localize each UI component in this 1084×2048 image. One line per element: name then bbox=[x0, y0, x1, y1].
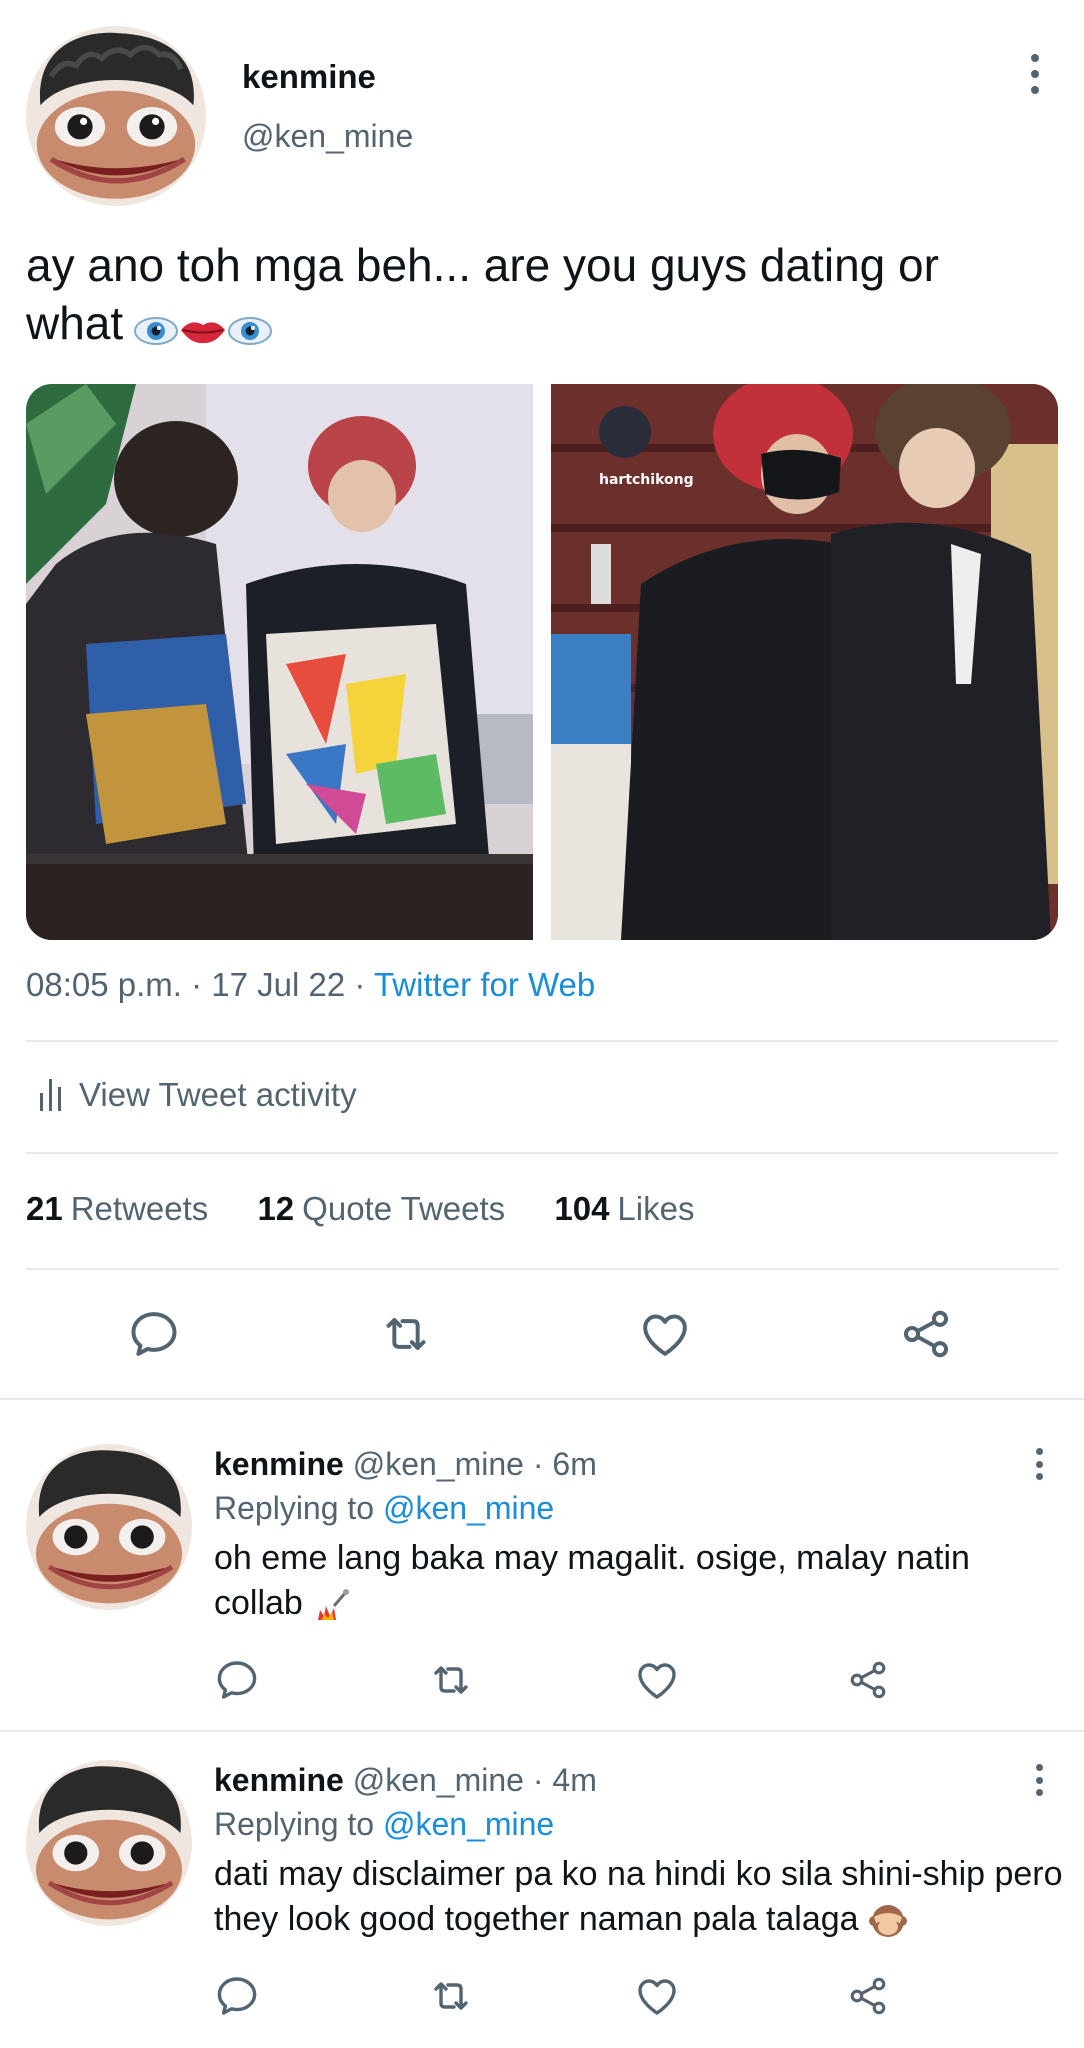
like-icon[interactable] bbox=[636, 1306, 694, 1362]
like-icon[interactable] bbox=[632, 1656, 682, 1704]
retweets-label: Retweets bbox=[70, 1190, 209, 1227]
view-tweet-activity[interactable]: View Tweet activity bbox=[40, 1076, 357, 1114]
tweet-text: ay ano toh mga beh... are you guys datin… bbox=[26, 236, 1046, 356]
tweet-action-bar bbox=[0, 1306, 1084, 1362]
media-grid: hartchikong bbox=[26, 384, 1058, 940]
quotes-count: 12 bbox=[257, 1190, 295, 1227]
analytics-icon bbox=[40, 1079, 61, 1111]
like-icon[interactable] bbox=[632, 1972, 682, 2020]
display-name[interactable]: kenmine bbox=[242, 58, 376, 96]
share-icon[interactable] bbox=[846, 1656, 890, 1704]
share-icon[interactable] bbox=[898, 1306, 954, 1362]
retweets-stat[interactable]: 21 Retweets bbox=[26, 1190, 208, 1227]
replying-mention[interactable]: @ken_mine bbox=[383, 1490, 554, 1526]
reply-text: oh eme lang baka may magalit. osige, mal… bbox=[214, 1536, 1064, 1626]
reply-time: · 6m bbox=[532, 1446, 597, 1482]
eye-icon bbox=[134, 316, 179, 345]
replying-prefix: Replying to bbox=[214, 1806, 375, 1842]
reply-icon[interactable] bbox=[212, 1972, 262, 2020]
replying-mention[interactable]: @ken_mine bbox=[383, 1806, 554, 1842]
emoji-group bbox=[133, 298, 273, 356]
retweet-icon[interactable] bbox=[424, 1972, 478, 2020]
reply-tweet[interactable]: kenmine @ken_mine · 4m Replying to @ken_… bbox=[0, 1732, 1084, 2048]
likes-count: 104 bbox=[554, 1190, 610, 1227]
view-tweet-activity-label: View Tweet activity bbox=[79, 1076, 357, 1113]
meta-separator: · bbox=[191, 966, 203, 1003]
handle[interactable]: @ken_mine bbox=[242, 118, 413, 155]
divider bbox=[26, 1040, 1058, 1042]
retweet-icon[interactable] bbox=[376, 1306, 436, 1362]
reply-time: · 4m bbox=[532, 1762, 597, 1798]
firework-icon bbox=[318, 1589, 350, 1621]
replying-to: Replying to @ken_mine bbox=[214, 1806, 554, 1843]
divider bbox=[26, 1268, 1058, 1270]
share-icon[interactable] bbox=[846, 1972, 890, 2020]
reply-handle[interactable]: @ken_mine bbox=[353, 1762, 524, 1798]
tweet-meta: 08:05 p.m. · 17 Jul 22 · Twitter for Web bbox=[26, 966, 595, 1004]
reply-text: dati may disclaimer pa ko na hindi ko si… bbox=[214, 1852, 1064, 1942]
likes-stat[interactable]: 104 Likes bbox=[554, 1190, 694, 1227]
replying-prefix: Replying to bbox=[214, 1490, 375, 1526]
more-options-icon[interactable] bbox=[1028, 54, 1042, 94]
more-options-icon[interactable] bbox=[1032, 1764, 1046, 1796]
reply-body: dati may disclaimer pa ko na hindi ko si… bbox=[214, 1855, 1063, 1938]
lips-icon bbox=[181, 322, 226, 343]
reply-icon[interactable] bbox=[212, 1656, 262, 1704]
tweet-stats: 21 Retweets 12 Quote Tweets 104 Likes bbox=[26, 1190, 734, 1228]
reply-icon[interactable] bbox=[126, 1306, 182, 1362]
replying-to: Replying to @ken_mine bbox=[214, 1490, 554, 1527]
tweet-time: 08:05 p.m. bbox=[26, 966, 182, 1003]
tweet-source-link[interactable]: Twitter for Web bbox=[374, 966, 595, 1003]
quotes-label: Quote Tweets bbox=[302, 1190, 506, 1227]
media-photo-1[interactable] bbox=[26, 384, 533, 940]
media-photo-2[interactable]: hartchikong bbox=[551, 384, 1058, 940]
reply-display-name[interactable]: kenmine bbox=[214, 1446, 344, 1482]
reply-display-name[interactable]: kenmine bbox=[214, 1762, 344, 1798]
quote-tweets-stat[interactable]: 12 Quote Tweets bbox=[257, 1190, 505, 1227]
retweet-icon[interactable] bbox=[424, 1656, 478, 1704]
retweets-count: 21 bbox=[26, 1190, 63, 1227]
divider bbox=[26, 1152, 1058, 1154]
tweet-date: 17 Jul 22 bbox=[211, 966, 346, 1003]
avatar[interactable] bbox=[26, 1444, 192, 1610]
reply-header: kenmine @ken_mine · 6m bbox=[214, 1446, 597, 1483]
more-options-icon[interactable] bbox=[1032, 1448, 1046, 1480]
reply-tweet[interactable]: kenmine @ken_mine · 6m Replying to @ken_… bbox=[0, 1400, 1084, 1730]
see-no-evil-monkey-icon bbox=[869, 1905, 908, 1938]
reply-header: kenmine @ken_mine · 4m bbox=[214, 1762, 597, 1799]
avatar[interactable] bbox=[26, 26, 206, 206]
reply-handle[interactable]: @ken_mine bbox=[353, 1446, 524, 1482]
media-watermark: hartchikong bbox=[599, 472, 694, 488]
likes-label: Likes bbox=[617, 1190, 695, 1227]
meta-separator: · bbox=[354, 966, 366, 1003]
eye-icon bbox=[228, 316, 273, 345]
avatar[interactable] bbox=[26, 1760, 192, 1926]
